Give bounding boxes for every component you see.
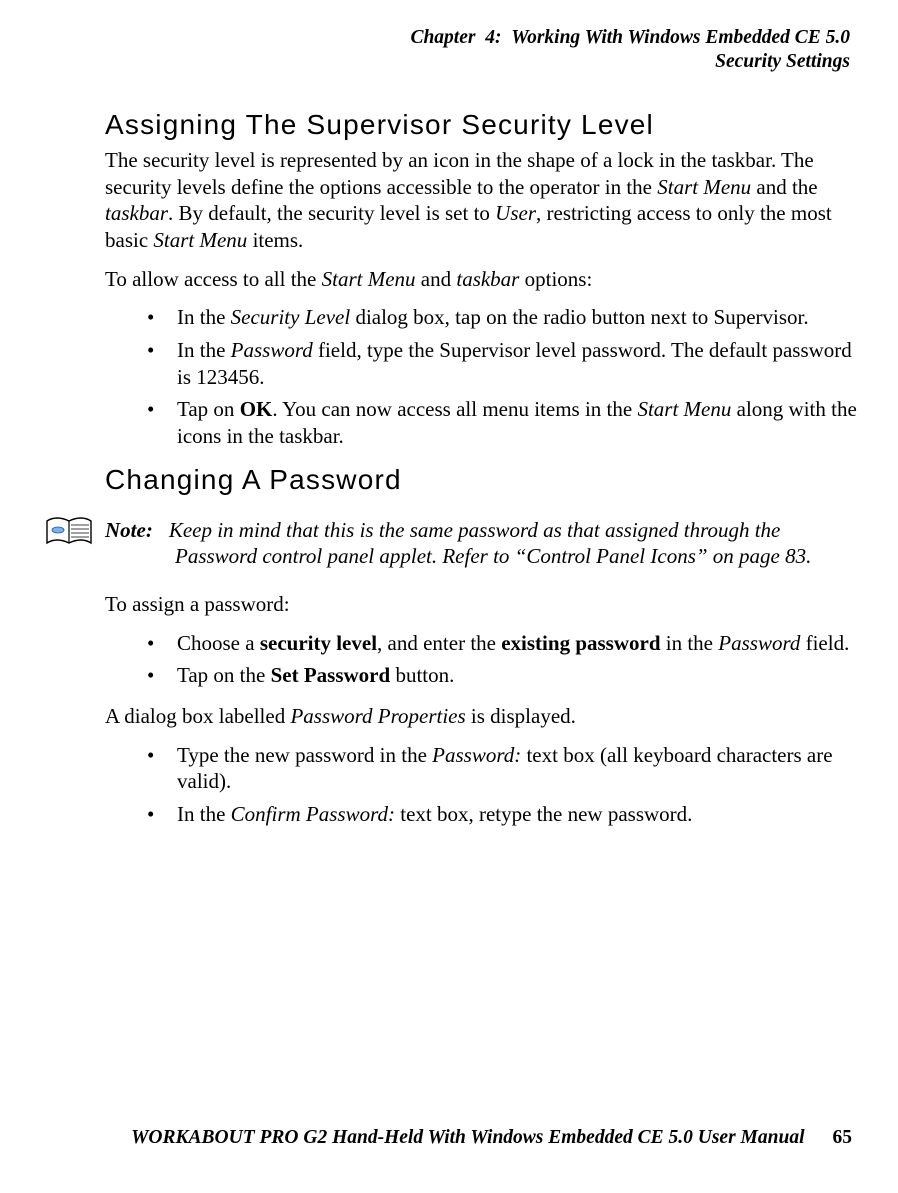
list-item: In the Confirm Password: text box, retyp… bbox=[147, 801, 858, 828]
paragraph: A dialog box labelled Password Propertie… bbox=[105, 703, 858, 730]
bullet-list: Choose a security level, and enter the e… bbox=[105, 630, 858, 689]
bullet-list: Type the new password in the Password: t… bbox=[105, 742, 858, 828]
text-bold: security level bbox=[260, 631, 377, 655]
text-italic: taskbar bbox=[456, 267, 519, 291]
text: . By default, the security level is set … bbox=[168, 201, 495, 225]
text-italic: taskbar bbox=[105, 201, 168, 225]
text-bold: Set Password bbox=[271, 663, 391, 687]
text: . You can now access all menu items in t… bbox=[272, 397, 637, 421]
text: in the bbox=[661, 631, 719, 655]
header-chapter-line: Chapter 4: Working With Windows Embedded… bbox=[105, 26, 850, 50]
list-item: Tap on the Set Password button. bbox=[147, 662, 858, 689]
text-italic: Confirm Password: bbox=[231, 802, 395, 826]
paragraph: To allow access to all the Start Menu an… bbox=[105, 266, 858, 293]
list-item: Choose a security level, and enter the e… bbox=[147, 630, 858, 657]
book-icon bbox=[45, 517, 93, 549]
bullet-list: In the Security Level dialog box, tap on… bbox=[105, 304, 858, 449]
text: Choose a bbox=[177, 631, 260, 655]
text: Type the new password in the bbox=[177, 743, 432, 767]
text: , and enter the bbox=[377, 631, 501, 655]
text: To allow access to all the bbox=[105, 267, 322, 291]
text-italic: Password bbox=[718, 631, 800, 655]
text-italic: Start Menu bbox=[637, 397, 731, 421]
text-italic: Security Level bbox=[231, 305, 351, 329]
page-body: Chapter 4: Working With Windows Embedded… bbox=[0, 0, 898, 1193]
header-section-line: Security Settings bbox=[105, 50, 850, 74]
text: options: bbox=[519, 267, 592, 291]
text-italic: Start Menu bbox=[153, 228, 247, 252]
footer-page-number: 65 bbox=[805, 1127, 853, 1148]
text-italic: Start Menu bbox=[657, 175, 751, 199]
running-header: Chapter 4: Working With Windows Embedded… bbox=[105, 26, 858, 75]
list-item: Type the new password in the Password: t… bbox=[147, 742, 858, 795]
list-item: In the Security Level dialog box, tap on… bbox=[147, 304, 858, 331]
text: A dialog box labelled bbox=[105, 704, 290, 728]
text: dialog box, tap on the radio button next… bbox=[350, 305, 808, 329]
text-italic: User bbox=[495, 201, 536, 225]
text-italic: Password: bbox=[432, 743, 521, 767]
list-item: In the Password field, type the Supervis… bbox=[147, 337, 858, 390]
text: is displayed. bbox=[466, 704, 576, 728]
heading-changing-password: Changing A Password bbox=[105, 464, 858, 496]
note-label: Note: bbox=[105, 518, 169, 542]
text: field. bbox=[800, 631, 849, 655]
paragraph: To assign a password: bbox=[105, 591, 858, 618]
text-bold: OK bbox=[240, 397, 273, 421]
note-body-text: Keep in mind that this is the same passw… bbox=[169, 518, 812, 569]
note-text: Note:Keep in mind that this is the same … bbox=[105, 517, 858, 570]
text-italic: Password bbox=[231, 338, 313, 362]
text-italic: Password Properties bbox=[290, 704, 465, 728]
note-block: Note:Keep in mind that this is the same … bbox=[105, 517, 858, 570]
paragraph: The security level is represented by an … bbox=[105, 147, 858, 254]
text-bold: existing password bbox=[501, 631, 660, 655]
page-footer: WORKABOUT PRO G2 Hand-Held With Windows … bbox=[131, 1127, 852, 1149]
text: and bbox=[416, 267, 457, 291]
text: and the bbox=[751, 175, 817, 199]
heading-assigning-supervisor: Assigning The Supervisor Security Level bbox=[105, 109, 858, 141]
text-italic: Start Menu bbox=[322, 267, 416, 291]
text: Tap on the bbox=[177, 663, 271, 687]
text: button. bbox=[390, 663, 454, 687]
text: Tap on bbox=[177, 397, 240, 421]
text: text box, retype the new password. bbox=[395, 802, 692, 826]
text: items. bbox=[247, 228, 303, 252]
text: In the bbox=[177, 802, 231, 826]
text: In the bbox=[177, 338, 231, 362]
text: In the bbox=[177, 305, 231, 329]
footer-manual-title: WORKABOUT PRO G2 Hand-Held With Windows … bbox=[131, 1127, 804, 1148]
list-item: Tap on OK. You can now access all menu i… bbox=[147, 396, 858, 449]
